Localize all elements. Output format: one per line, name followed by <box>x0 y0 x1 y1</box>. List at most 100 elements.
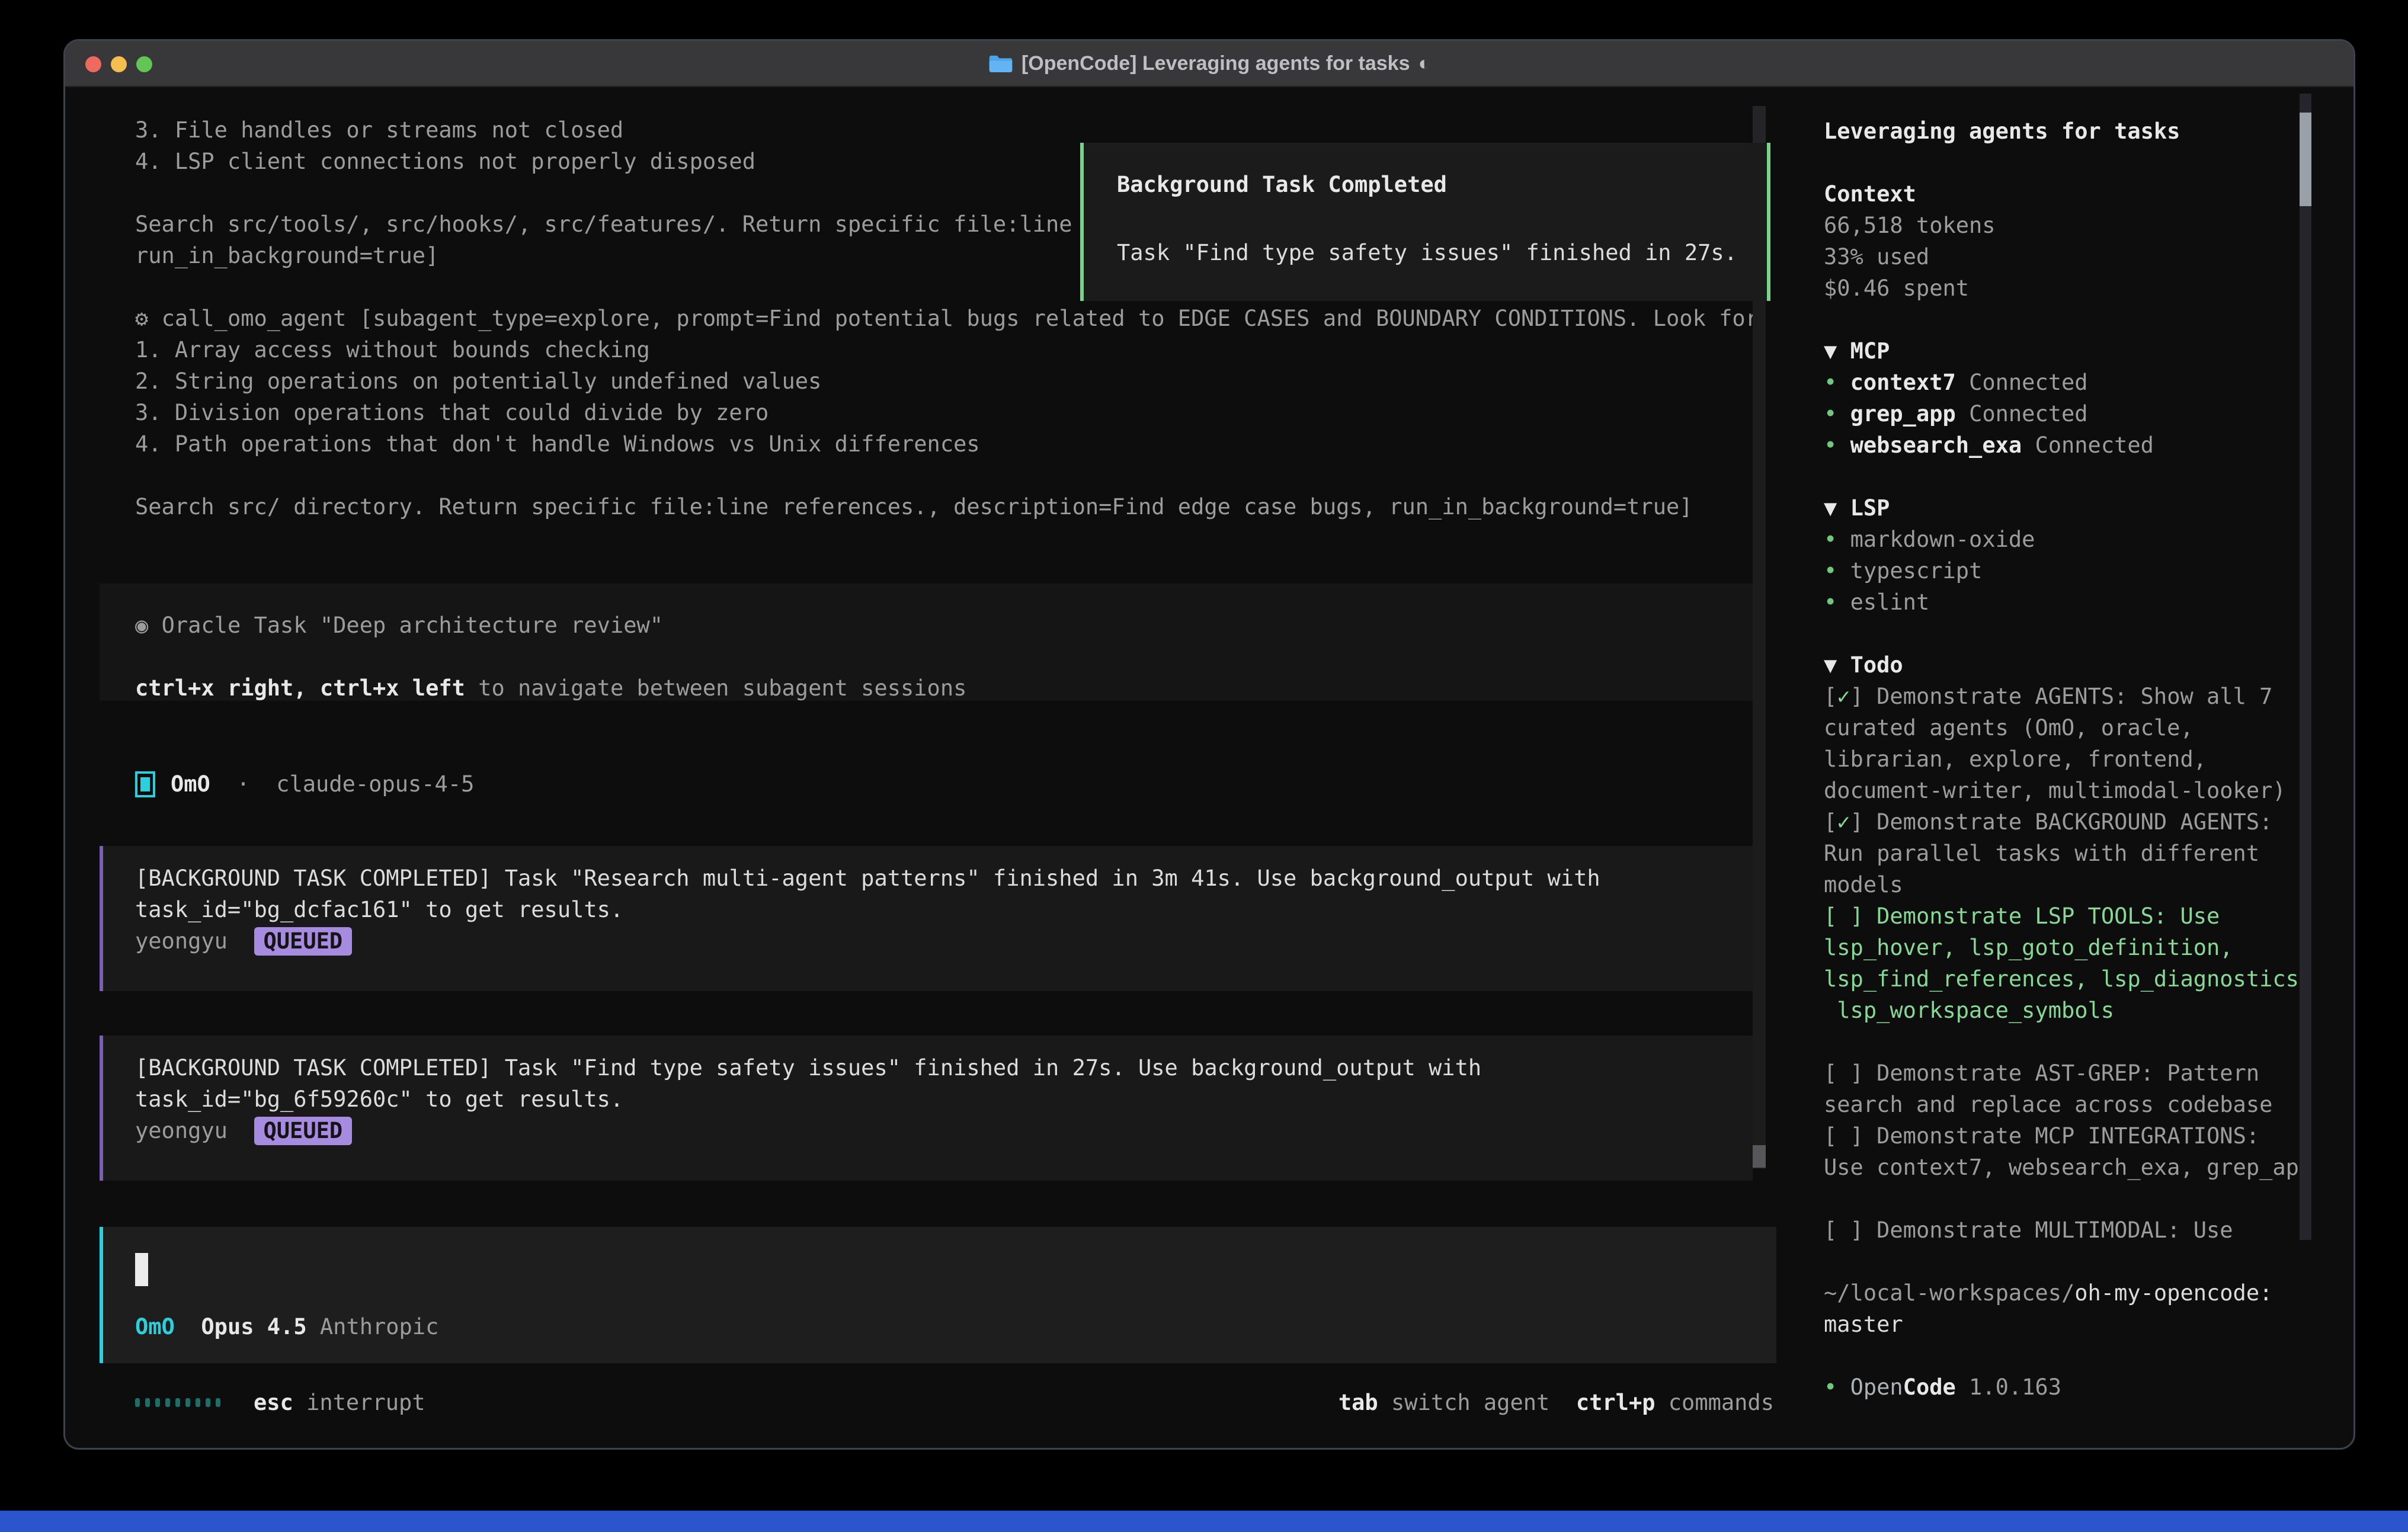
bullet-icon: • <box>1824 589 1837 615</box>
minimize-button[interactable] <box>111 56 127 72</box>
message-author: yeongyu <box>135 928 228 954</box>
context-spent: $0.46 spent <box>1824 273 2333 304</box>
bullet-icon: • <box>1824 432 1837 458</box>
chat-line: 4. Path operations that don't handle Win… <box>135 428 1747 460</box>
todo-section-header[interactable]: ▼ Todo <box>1824 649 2333 681</box>
toast-body: Task "Find type safety issues" finished … <box>1117 237 1767 268</box>
mcp-item: • context7 Connected <box>1824 367 2333 398</box>
agent-header: OmO · claude-opus-4-5 <box>135 768 474 800</box>
context-tokens: 66,518 tokens <box>1824 210 2333 241</box>
background-task-message: [BACKGROUND TASK COMPLETED] Task "Find t… <box>100 1036 1753 1181</box>
todo-item-line: lsp_workspace_symbols <box>1824 995 2333 1026</box>
prompt-input[interactable]: OmO Opus 4.5 Anthropic <box>100 1227 1776 1363</box>
session-indicator-icon: ◐ <box>1418 52 1431 75</box>
lsp-item: • eslint <box>1824 586 2333 618</box>
input-agent-name: OmO <box>135 1314 175 1339</box>
check-icon: ✓ <box>1837 684 1850 709</box>
collapse-triangle-icon: ▼ <box>1824 652 1837 678</box>
close-button[interactable] <box>85 56 101 72</box>
chat-scrollbar-thumb[interactable] <box>1753 1145 1766 1168</box>
model-line: OmO Opus 4.5 Anthropic <box>135 1311 1776 1342</box>
check-icon <box>1837 1123 1850 1149</box>
chat-line: Search src/ directory. Return specific f… <box>135 491 1747 523</box>
chat-line: 1. Array access without bounds checking <box>135 334 1747 366</box>
todo-item-line: lsp_find_references, lsp_diagnostics, <box>1824 963 2333 995</box>
zoom-button[interactable] <box>136 56 152 72</box>
message-line: [BACKGROUND TASK COMPLETED] Task "Resear… <box>135 863 1753 894</box>
chat-line: 2. String operations on potentially unde… <box>135 366 1747 397</box>
chat-line: 3. File handles or streams not closed <box>135 114 1747 146</box>
toast-notification: Background Task Completed Task "Find typ… <box>1080 143 1770 301</box>
ctrlp-key-hint: ctrl+p <box>1576 1390 1655 1415</box>
lsp-item: • markdown-oxide <box>1824 524 2333 555</box>
lsp-section-header[interactable]: ▼ LSP <box>1824 492 2333 524</box>
record-icon: ◉ <box>135 613 148 638</box>
check-icon: ✓ <box>1837 809 1850 835</box>
todo-item-line: curated agents (OmO, oracle, <box>1824 712 2333 743</box>
session-title: Leveraging agents for tasks <box>1824 116 2333 147</box>
terminal-window: [OpenCode] Leveraging agents for tasks ◐… <box>63 39 2355 1450</box>
sidebar-scrollbar-thumb[interactable] <box>2300 113 2311 206</box>
message-line: [BACKGROUND TASK COMPLETED] Task "Find t… <box>135 1052 1753 1084</box>
todo-item-line: librarian, explore, frontend, <box>1824 743 2333 775</box>
working-spinner-dots <box>135 1398 220 1407</box>
tool-call-line: ⚙ call_omo_agent [subagent_type=explore,… <box>135 303 1747 334</box>
background-task-message: [BACKGROUND TASK COMPLETED] Task "Resear… <box>100 846 1753 991</box>
input-provider-name: Anthropic <box>320 1314 438 1339</box>
lsp-item: • typescript <box>1824 555 2333 586</box>
todo-item-line: models <box>1824 869 2333 900</box>
message-line: task_id="bg_6f59260c" to get results. <box>135 1084 1753 1115</box>
gear-icon: ⚙ <box>135 306 148 331</box>
todo-item-first-line: [ ] Demonstrate AST-GREP: Pattern <box>1824 1057 2333 1089</box>
bullet-icon: • <box>1824 370 1837 395</box>
input-model-name: Opus 4.5 <box>201 1314 306 1339</box>
todo-item-line: lsp_hover, lsp_goto_definition, <box>1824 932 2333 963</box>
esc-key-hint: esc <box>254 1390 293 1415</box>
message-line: task_id="bg_dcfac161" to get results. <box>135 894 1753 925</box>
bullet-icon: • <box>1824 401 1837 427</box>
bullet-icon: • <box>1824 558 1837 584</box>
oracle-session-box: ◉ Oracle Task "Deep architecture review"… <box>100 584 1753 701</box>
mcp-item: • grep_app Connected <box>1824 398 2333 430</box>
desktop: [OpenCode] Leveraging agents for tasks ◐… <box>0 0 2408 1532</box>
sidebar-scrollbar[interactable] <box>2300 94 2311 1240</box>
chat-scrollbar-top <box>1753 106 1766 143</box>
status-badge: QUEUED <box>254 1117 353 1145</box>
todo-item-first-line: [✓] Demonstrate AGENTS: Show all 7 <box>1824 681 2333 712</box>
git-branch: master <box>1824 1309 2333 1340</box>
bullet-icon: • <box>1824 1374 1837 1400</box>
version-line: • OpenCode 1.0.163 <box>1824 1371 2333 1403</box>
agent-status-icon <box>135 771 155 797</box>
ctrlp-key-label: commands <box>1669 1390 1774 1415</box>
text-cursor <box>135 1253 148 1286</box>
window-title: [OpenCode] Leveraging agents for tasks <box>1022 52 1410 75</box>
todo-item-line: document-writer, multimodal-looker) <box>1824 775 2333 806</box>
folder-icon <box>988 53 1013 73</box>
oracle-title-line: ◉ Oracle Task "Deep architecture review" <box>135 610 1753 641</box>
tab-key-label: switch agent <box>1391 1390 1549 1415</box>
tab-key-hint: tab <box>1339 1390 1378 1415</box>
todo-item-line: Run parallel tasks with different <box>1824 838 2333 869</box>
esc-key-label: interrupt <box>306 1390 425 1415</box>
context-used: 33% used <box>1824 241 2333 273</box>
collapse-triangle-icon: ▼ <box>1824 338 1837 364</box>
todo-item-first-line: [ ] Demonstrate MCP INTEGRATIONS: <box>1824 1120 2333 1152</box>
collapse-triangle-icon: ▼ <box>1824 495 1837 521</box>
check-icon <box>1837 903 1850 929</box>
todo-item-line: search and replace across codebase <box>1824 1089 2333 1120</box>
message-author: yeongyu <box>135 1118 228 1143</box>
agent-model: claude-opus-4-5 <box>276 771 474 797</box>
subagent-nav-hint: ctrl+x right, ctrl+x left to navigate be… <box>135 672 1753 704</box>
todo-item-first-line: [ ] Demonstrate LSP TOOLS: Use <box>1824 900 2333 932</box>
chat-line: 3. Division operations that could divide… <box>135 397 1747 428</box>
context-heading: Context <box>1824 178 2333 210</box>
todo-item-line: Use context7, websearch_exa, grep_app <box>1824 1152 2333 1183</box>
titlebar: [OpenCode] Leveraging agents for tasks ◐ <box>65 41 2353 87</box>
toast-title: Background Task Completed <box>1117 169 1767 200</box>
status-badge: QUEUED <box>254 927 353 956</box>
todo-item-first-line: [ ] Demonstrate MULTIMODAL: Use <box>1824 1214 2333 1246</box>
mcp-section-header[interactable]: ▼ MCP <box>1824 335 2333 367</box>
window-title-group: [OpenCode] Leveraging agents for tasks ◐ <box>988 52 1430 75</box>
status-bar: esc interrupt tab switch agent ctrl+p co… <box>135 1387 1774 1418</box>
todo-item-first-line: [✓] Demonstrate BACKGROUND AGENTS: <box>1824 806 2333 838</box>
